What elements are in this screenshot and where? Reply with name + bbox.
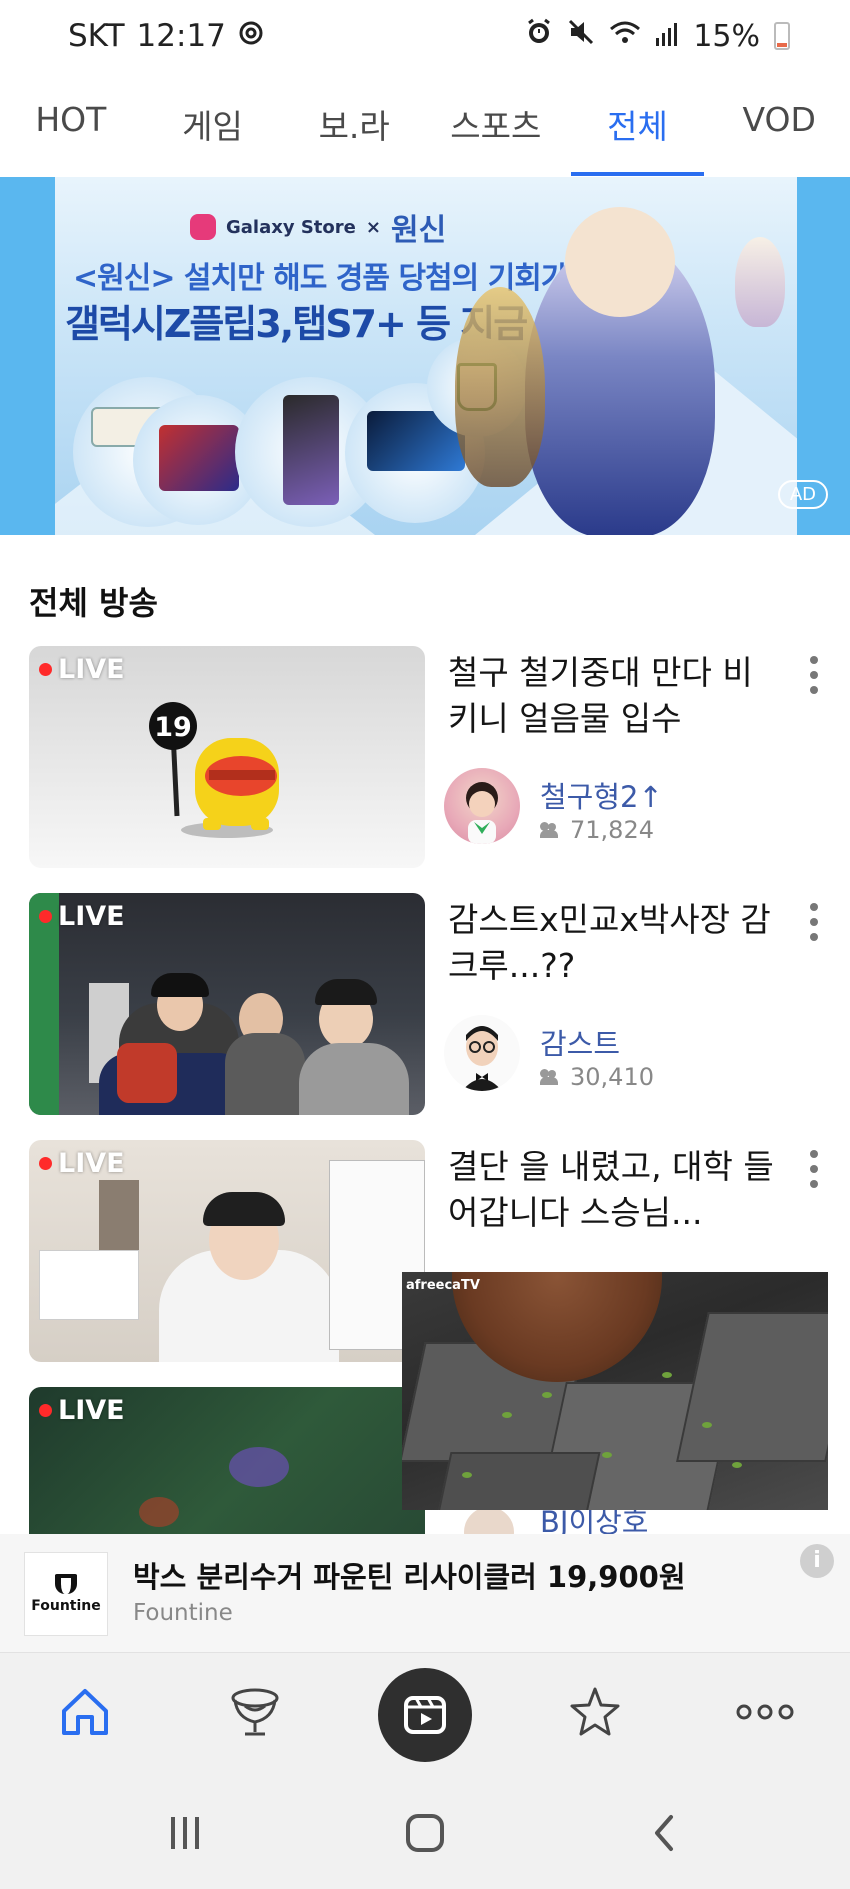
tab-bora[interactable]: 보.라	[283, 88, 425, 178]
live-badge: LIVE	[39, 1148, 125, 1179]
live-badge: LIVE	[39, 654, 125, 685]
ad-title[interactable]: 박스 분리수거 파운틴 리사이클러 19,900원	[133, 1554, 686, 1596]
mini-player[interactable]: afreecaTV	[402, 1272, 828, 1510]
galaxy-store-label: Galaxy Store	[226, 216, 356, 238]
live-label: LIVE	[58, 1148, 125, 1179]
galaxy-store-icon	[190, 214, 216, 240]
avatar[interactable]	[444, 1015, 520, 1091]
character-secondary	[455, 287, 545, 487]
viewer-count: 30,410	[540, 1063, 654, 1091]
ad-banner[interactable]: Galaxy Store × 원신 <원신> 설치만 해도 경품 당첨의 기회가…	[0, 177, 850, 535]
home-icon[interactable]	[50, 1677, 120, 1747]
battery-icon	[774, 22, 790, 50]
broadcast-thumbnail[interactable]: LIVE	[29, 1140, 425, 1362]
status-bar-left: SKT 12:17	[68, 18, 264, 54]
wifi-icon	[609, 19, 641, 54]
more-icon[interactable]	[730, 1677, 800, 1747]
more-options-icon[interactable]	[806, 1150, 822, 1188]
tab-all[interactable]: 전체	[567, 88, 709, 178]
viewer-count-value: 71,824	[570, 816, 654, 844]
viewers-icon	[540, 1069, 562, 1085]
tab-sports[interactable]: 스포츠	[425, 88, 567, 178]
paimon-character	[735, 237, 785, 327]
age-19-badge: 19	[154, 712, 192, 743]
broadcast-thumbnail[interactable]: LIVE 19	[29, 646, 425, 868]
advertiser-logo: Fountine	[24, 1552, 108, 1636]
live-label: LIVE	[58, 1395, 125, 1426]
clock: 12:17	[136, 18, 226, 54]
mini-player-logo: afreecaTV	[406, 1278, 480, 1293]
live-dot	[39, 663, 52, 676]
bottom-navigation	[0, 1652, 850, 1774]
age-restricted-mascot-icon: 19	[149, 702, 279, 838]
broadcast-thumbnail[interactable]: LIVE	[29, 893, 425, 1115]
live-label: LIVE	[58, 654, 125, 685]
system-navigation	[0, 1774, 850, 1889]
banner-cross: ×	[365, 216, 381, 238]
ad-badge: AD	[777, 480, 828, 509]
live-dot	[39, 1157, 52, 1170]
star-icon[interactable]	[560, 1677, 630, 1747]
bj-name[interactable]: 철구형2↑	[540, 774, 663, 816]
broadcast-title[interactable]: 철구 철기중대 만다 비키니 얼음물 입수	[448, 650, 778, 742]
broadcast-item[interactable]: LIVE 감스트x민교x박사장 감크루...?? 감스트 30,410	[0, 893, 850, 1115]
viewers-icon	[540, 822, 562, 838]
viewer-count-value: 30,410	[570, 1063, 654, 1091]
advertiser-logo-text: Fountine	[31, 1598, 101, 1614]
ad-banner-image: Galaxy Store × 원신 <원신> 설치만 해도 경품 당첨의 기회가…	[55, 177, 797, 535]
ad-info-icon[interactable]: i	[800, 1544, 834, 1578]
section-title: 전체 방송	[29, 584, 158, 622]
avatar[interactable]	[444, 768, 520, 844]
home-button-icon[interactable]	[395, 1808, 455, 1858]
category-tabs: HOT 게임 보.라 스포츠 전체 VOD	[0, 88, 850, 178]
viewer-count: 71,824	[540, 816, 654, 844]
avatar[interactable]	[464, 1507, 514, 1534]
signal-icon	[655, 19, 679, 54]
tab-vod[interactable]: VOD	[708, 88, 850, 178]
fountine-logo-icon	[55, 1574, 77, 1594]
status-bar-right: 15%	[525, 18, 790, 54]
broadcast-title[interactable]: 결단 을 내렸고, 대학 들어갑니다 스승님...	[448, 1144, 778, 1236]
sync-icon	[238, 18, 264, 54]
tab-game[interactable]: 게임	[142, 88, 284, 178]
bj-name[interactable]: 감스트	[540, 1021, 620, 1063]
live-badge: LIVE	[39, 1395, 125, 1426]
more-options-icon[interactable]	[806, 903, 822, 941]
alarm-icon	[525, 18, 553, 54]
battery-percent: 15%	[693, 18, 760, 54]
broadcast-item[interactable]: LIVE 19 철구 철기중대 만다 비키니 얼음물 입수 철구형2↑ 71,8…	[0, 646, 850, 868]
carrier-label: SKT	[68, 18, 125, 54]
native-ad[interactable]: Fountine 박스 분리수거 파운틴 리사이클러 19,900원 Fount…	[0, 1534, 850, 1652]
status-bar: SKT 12:17 15%	[0, 0, 850, 80]
genshin-logo: 원신	[390, 213, 447, 248]
tab-hot[interactable]: HOT	[0, 88, 142, 178]
advertiser-name: Fountine	[133, 1600, 233, 1626]
live-dot	[39, 1404, 52, 1417]
live-label: LIVE	[58, 901, 125, 932]
recent-apps-icon[interactable]	[155, 1808, 215, 1858]
trophy-icon[interactable]	[220, 1677, 290, 1747]
mute-icon	[567, 18, 595, 54]
live-badge: LIVE	[39, 901, 125, 932]
back-icon[interactable]	[635, 1808, 695, 1858]
banner-logo-row: Galaxy Store × 원신	[190, 205, 446, 249]
character-face	[565, 207, 675, 317]
more-options-icon[interactable]	[806, 656, 822, 694]
broadcast-title[interactable]: 감스트x민교x박사장 감크루...??	[448, 897, 778, 989]
live-dot	[39, 910, 52, 923]
live-broadcast-icon[interactable]	[378, 1668, 472, 1762]
broadcast-thumbnail[interactable]: LIVE	[29, 1387, 425, 1534]
